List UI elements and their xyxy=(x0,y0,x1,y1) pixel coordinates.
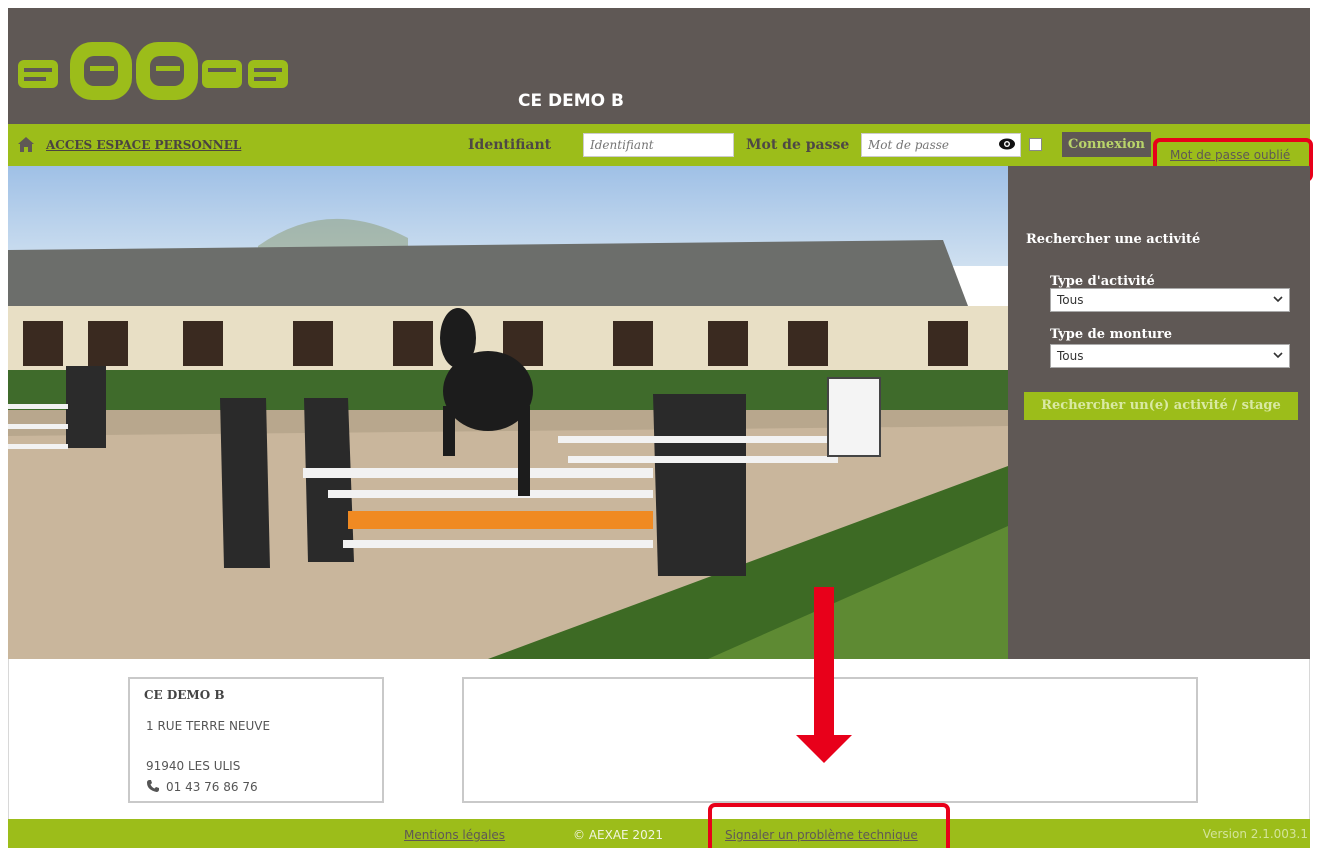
password-input[interactable] xyxy=(861,133,1021,157)
mount-type-value: Tous xyxy=(1057,349,1084,363)
phone-icon xyxy=(147,780,159,792)
site-header: CE DEMO B xyxy=(8,8,1310,124)
mount-type-select[interactable]: Tous xyxy=(1050,344,1290,368)
contact-phone-row: 01 43 76 86 76 xyxy=(146,779,258,794)
activity-search-panel: Rechercher une activité Type d'activité … xyxy=(1008,166,1310,659)
login-bar: ACCES ESPACE PERSONNEL Identifiant Mot d… xyxy=(8,124,1310,166)
red-arrow-annotation xyxy=(796,587,852,763)
show-password-checkbox[interactable] xyxy=(1029,138,1042,151)
legal-notice-link[interactable]: Mentions légales xyxy=(404,828,505,842)
contact-name: CE DEMO B xyxy=(144,688,225,702)
eye-icon[interactable] xyxy=(999,138,1015,150)
login-input[interactable] xyxy=(583,133,734,157)
password-label: Mot de passe xyxy=(746,137,850,153)
personal-space-link-group[interactable]: ACCES ESPACE PERSONNEL xyxy=(18,137,241,152)
connexion-button[interactable]: Connexion xyxy=(1062,132,1152,157)
chevron-down-icon xyxy=(1273,296,1283,303)
report-problem-highlight xyxy=(708,803,950,848)
version-text: Version 2.1.003.1 xyxy=(1202,827,1308,841)
login-label: Identifiant xyxy=(468,137,552,153)
search-panel-title: Rechercher une activité xyxy=(1026,232,1201,247)
info-section: CE DEMO B 1 RUE TERRE NEUVE 91940 LES UL… xyxy=(8,659,1310,819)
home-icon[interactable] xyxy=(18,137,34,152)
activity-type-select[interactable]: Tous xyxy=(1050,288,1290,312)
activity-type-label: Type d'activité xyxy=(1050,274,1155,289)
site-title: CE DEMO B xyxy=(518,91,624,111)
mount-type-label: Type de monture xyxy=(1050,327,1173,342)
copyright-text: © AEXAE 2021 xyxy=(573,828,663,842)
contact-address: 1 RUE TERRE NEUVE xyxy=(146,719,271,733)
search-activity-button[interactable]: Rechercher un(e) activité / stage xyxy=(1024,392,1298,420)
personal-space-link[interactable]: ACCES ESPACE PERSONNEL xyxy=(46,138,241,152)
contact-city: 91940 LES ULIS xyxy=(146,759,241,773)
equestrian-photo xyxy=(8,166,1008,659)
aexae-logo xyxy=(18,42,288,100)
site-footer: Mentions légales © AEXAE 2021 Signaler u… xyxy=(8,819,1310,848)
activity-type-value: Tous xyxy=(1057,293,1084,307)
contact-phone: 01 43 76 86 76 xyxy=(166,780,258,794)
chevron-down-icon xyxy=(1273,352,1283,359)
contact-card: CE DEMO B 1 RUE TERRE NEUVE 91940 LES UL… xyxy=(128,677,384,803)
